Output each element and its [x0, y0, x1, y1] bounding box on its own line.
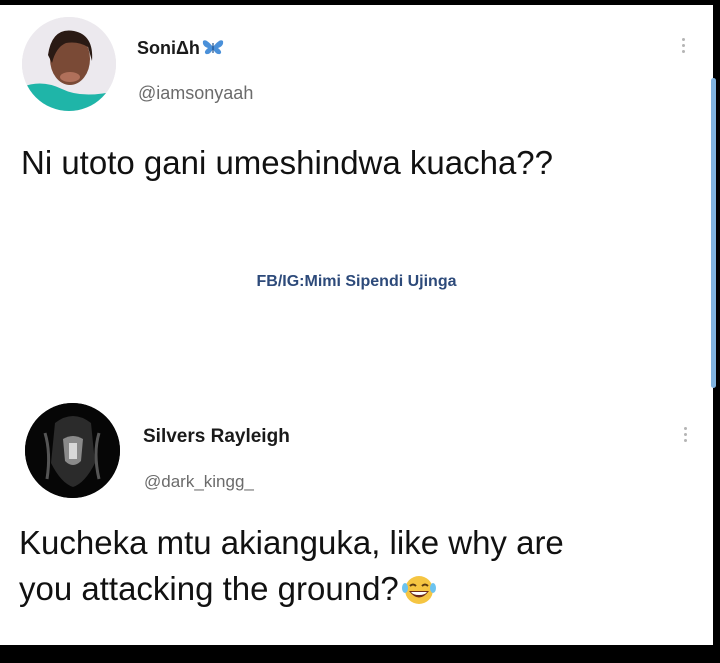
- tweet-text: Ni utoto gani umeshindwa kuacha??: [21, 144, 554, 181]
- more-options-icon[interactable]: [682, 38, 686, 53]
- screenshot-card: SoniΔh @iamsonyaah Ni utoto gani umeshin…: [0, 5, 713, 645]
- tweet-1[interactable]: SoniΔh @iamsonyaah Ni utoto gani umeshin…: [0, 5, 713, 235]
- user-handle[interactable]: @iamsonyaah: [138, 83, 253, 104]
- avatar[interactable]: [22, 17, 116, 111]
- tweet-text-line-1: Kucheka mtu akianguka, like why are: [19, 524, 564, 561]
- tweet-text: Kucheka mtu akianguka, like why are you …: [19, 520, 564, 618]
- user-handle[interactable]: @dark_kingg_: [144, 472, 254, 492]
- butterfly-icon: [202, 38, 224, 61]
- tweet-2[interactable]: Silvers Rayleigh @dark_kingg_ Kucheka mt…: [0, 390, 713, 645]
- scrollbar[interactable]: [711, 78, 716, 388]
- display-name[interactable]: SoniΔh: [137, 38, 224, 61]
- tweet-text-line-2: you attacking the ground?: [19, 566, 564, 618]
- laughing-face-icon: [401, 572, 437, 618]
- more-options-icon[interactable]: [684, 427, 688, 442]
- display-name[interactable]: Silvers Rayleigh: [143, 426, 290, 448]
- avatar[interactable]: [25, 403, 120, 498]
- watermark: FB/IG:Mimi Sipendi Ujinga: [256, 273, 457, 290]
